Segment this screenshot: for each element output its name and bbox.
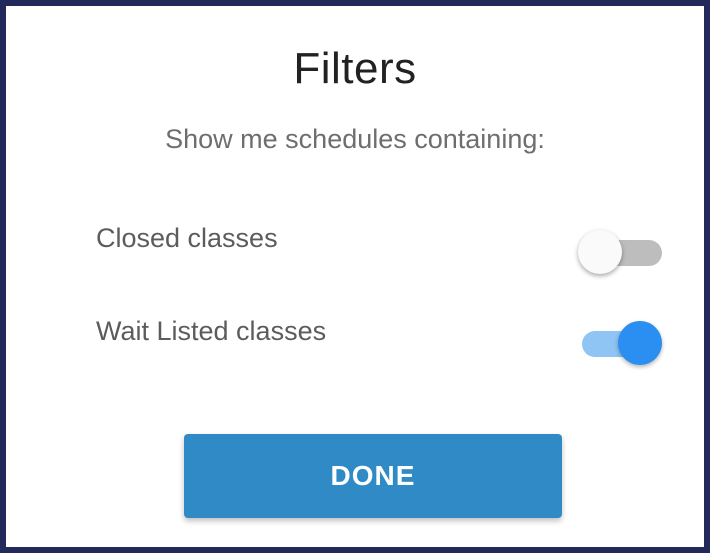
wait-listed-classes-label: Wait Listed classes [96,316,327,346]
done-button[interactable]: DONE [184,434,562,518]
toggle-knob [578,230,622,274]
closed-classes-label: Closed classes [96,223,278,253]
wait-listed-classes-toggle[interactable] [578,318,668,368]
closed-classes-toggle[interactable] [578,227,668,277]
filters-dialog: Filters Show me schedules containing: Cl… [0,0,710,553]
toggle-knob [618,321,662,365]
dialog-title: Filters [293,44,417,93]
dialog-subtitle: Show me schedules containing: [165,124,545,154]
